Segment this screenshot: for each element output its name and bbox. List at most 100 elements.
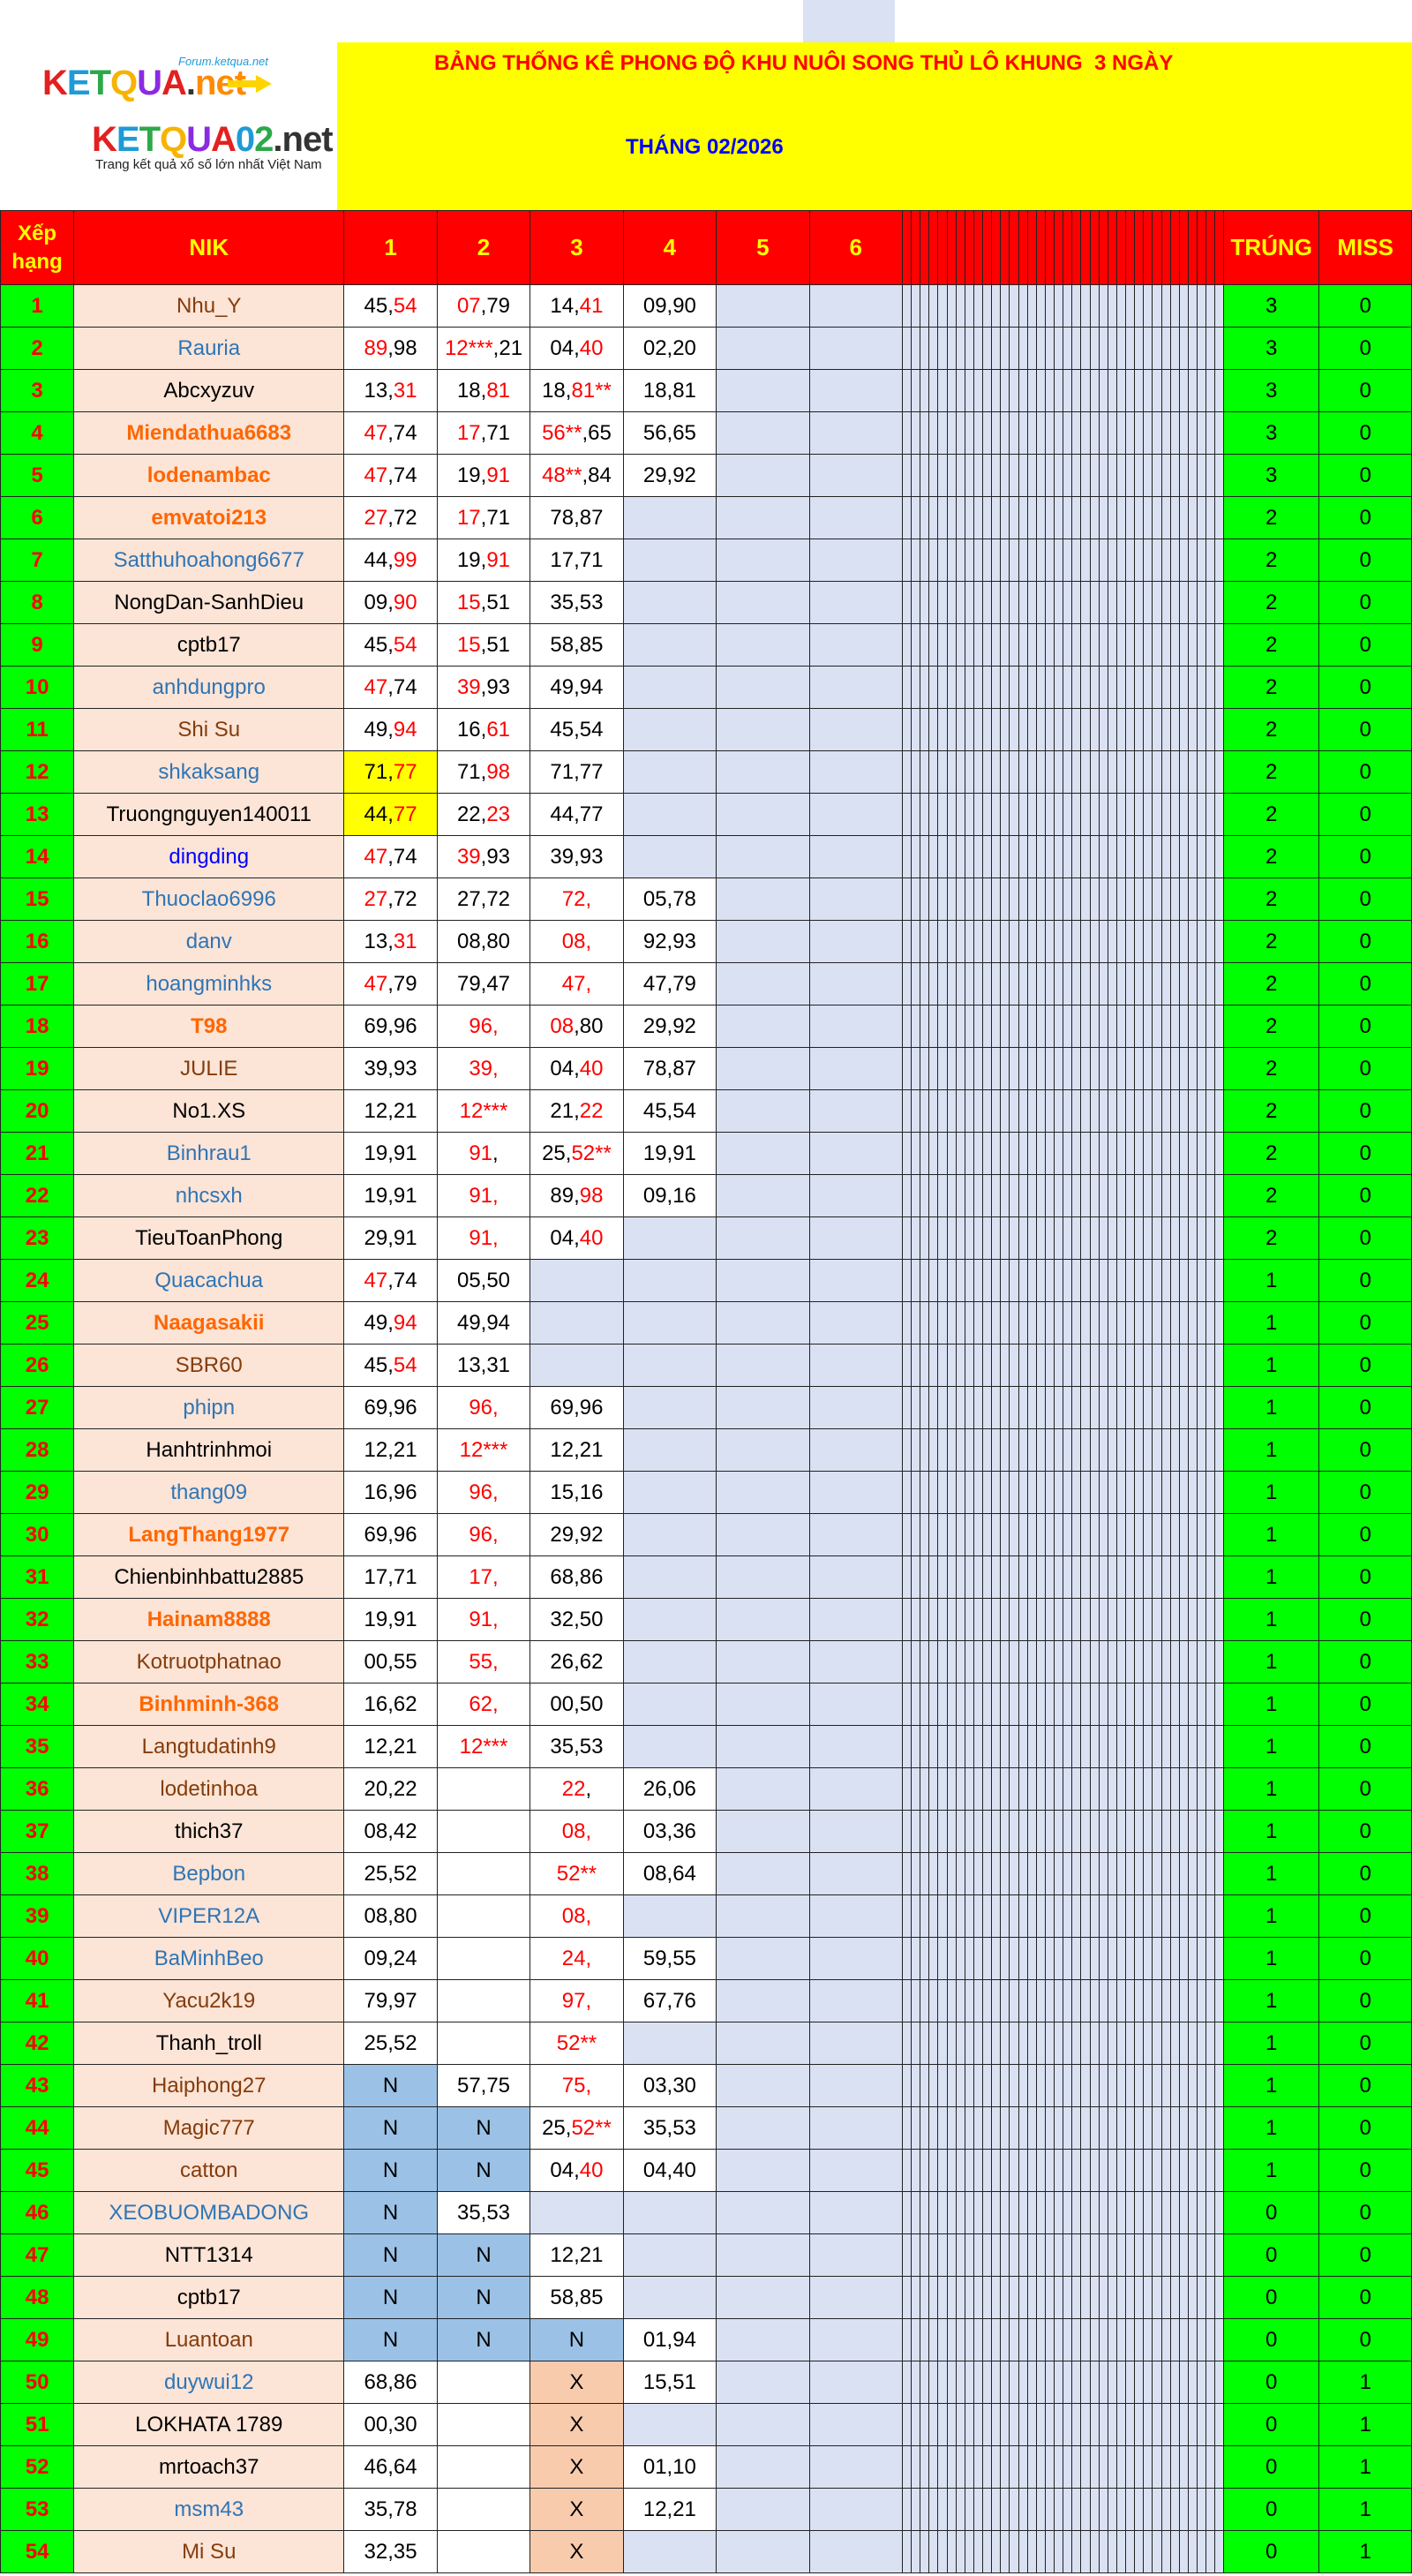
day-2-cell[interactable]: 17,71 (436, 496, 531, 539)
day-6-cell[interactable] (808, 2276, 903, 2319)
day-1-cell[interactable]: 47,74 (343, 835, 438, 878)
day-2-cell[interactable]: 13,31 (436, 1344, 531, 1387)
day-6-cell[interactable] (808, 1937, 903, 1980)
day-1-cell[interactable]: 12,21 (343, 1089, 438, 1133)
nik-cell[interactable]: mrtoach37 (73, 2445, 345, 2489)
nik-cell[interactable]: phipn (73, 1386, 345, 1429)
day-2-cell[interactable] (436, 2403, 531, 2446)
day-1-cell[interactable]: 20,22 (343, 1767, 438, 1811)
day-6-cell[interactable] (808, 411, 903, 455)
day-1-cell[interactable]: 12,21 (343, 1725, 438, 1768)
day-1-cell[interactable]: N (343, 2318, 438, 2361)
day-5-cell[interactable] (716, 1937, 810, 1980)
day-1-cell[interactable]: 44,77 (343, 793, 438, 836)
nik-cell[interactable]: catton (73, 2149, 345, 2192)
day-4-cell[interactable] (622, 1301, 717, 1344)
day-6-cell[interactable] (808, 2233, 903, 2277)
day-6-cell[interactable] (808, 2403, 903, 2446)
day-4-cell[interactable] (622, 2403, 717, 2446)
nik-cell[interactable]: VIPER12A (73, 1894, 345, 1938)
day-3-cell[interactable]: 22, (530, 1767, 624, 1811)
day-3-cell[interactable]: 26,62 (530, 1640, 624, 1683)
nik-cell[interactable]: Langtudatinh9 (73, 1725, 345, 1768)
day-1-cell[interactable]: N (343, 2276, 438, 2319)
day-2-cell[interactable] (436, 1852, 531, 1895)
day-3-cell[interactable]: 04,40 (530, 327, 624, 370)
day-1-cell[interactable]: 47,74 (343, 666, 438, 709)
day-2-cell[interactable]: 79,47 (436, 962, 531, 1006)
day-6-cell[interactable] (808, 793, 903, 836)
day-1-cell[interactable]: 44,99 (343, 539, 438, 582)
nik-cell[interactable]: Shi Su (73, 708, 345, 751)
day-5-cell[interactable] (716, 835, 810, 878)
day-3-cell[interactable]: 44,77 (530, 793, 624, 836)
day-2-cell[interactable]: 17,71 (436, 411, 531, 455)
day-4-cell[interactable] (622, 1894, 717, 1938)
day-6-cell[interactable] (808, 581, 903, 624)
day-1-cell[interactable]: 49,94 (343, 1301, 438, 1344)
day-4-cell[interactable]: 08,64 (622, 1852, 717, 1895)
day-3-cell[interactable]: 56**,65 (530, 411, 624, 455)
day-3-cell[interactable]: 21,22 (530, 1089, 624, 1133)
day-6-cell[interactable] (808, 1683, 903, 1726)
day-4-cell[interactable] (622, 1725, 717, 1768)
day-5-cell[interactable] (716, 750, 810, 794)
day-4-cell[interactable] (622, 666, 717, 709)
day-1-cell[interactable]: 69,96 (343, 1513, 438, 1556)
day-3-cell[interactable]: 12,21 (530, 1428, 624, 1472)
day-5-cell[interactable] (716, 1725, 810, 1768)
day-5-cell[interactable] (716, 1344, 810, 1387)
day-5-cell[interactable] (716, 2445, 810, 2489)
day-4-cell[interactable]: 09,90 (622, 284, 717, 328)
day-5-cell[interactable] (716, 1471, 810, 1514)
nik-cell[interactable]: thang09 (73, 1471, 345, 1514)
day-1-cell[interactable]: 08,42 (343, 1810, 438, 1853)
day-4-cell[interactable] (622, 1598, 717, 1641)
day-3-cell[interactable]: 12,21 (530, 2233, 624, 2277)
day-4-cell[interactable]: 19,91 (622, 1132, 717, 1175)
day-5-cell[interactable] (716, 1810, 810, 1853)
nik-cell[interactable]: Satthuhoahong6677 (73, 539, 345, 582)
day-4-cell[interactable] (622, 1555, 717, 1599)
nik-cell[interactable]: JULIE (73, 1047, 345, 1090)
day-3-cell[interactable]: 17,71 (530, 539, 624, 582)
day-5-cell[interactable] (716, 1216, 810, 1260)
day-3-cell[interactable] (530, 2191, 624, 2234)
day-1-cell[interactable]: 45,54 (343, 284, 438, 328)
day-6-cell[interactable] (808, 2149, 903, 2192)
day-5-cell[interactable] (716, 2233, 810, 2277)
day-5-cell[interactable] (716, 496, 810, 539)
day-1-cell[interactable]: 27,72 (343, 496, 438, 539)
day-4-cell[interactable]: 03,36 (622, 1810, 717, 1853)
day-2-cell[interactable]: 08,80 (436, 920, 531, 963)
day-1-cell[interactable]: 00,30 (343, 2403, 438, 2446)
day-3-cell[interactable] (530, 1344, 624, 1387)
day-3-cell[interactable] (530, 1301, 624, 1344)
day-6-cell[interactable] (808, 496, 903, 539)
nik-cell[interactable]: Bepbon (73, 1852, 345, 1895)
day-5-cell[interactable] (716, 581, 810, 624)
day-3-cell[interactable]: 78,87 (530, 496, 624, 539)
day-5-cell[interactable] (716, 962, 810, 1006)
day-2-cell[interactable]: 16,61 (436, 708, 531, 751)
day-6-cell[interactable] (808, 284, 903, 328)
day-2-cell[interactable]: 19,91 (436, 454, 531, 497)
day-3-cell[interactable]: 04,40 (530, 1216, 624, 1260)
day-4-cell[interactable] (622, 539, 717, 582)
day-4-cell[interactable] (622, 1683, 717, 1726)
day-1-cell[interactable]: 00,55 (343, 1640, 438, 1683)
day-2-cell[interactable] (436, 1979, 531, 2022)
day-1-cell[interactable]: N (343, 2106, 438, 2150)
day-6-cell[interactable] (808, 1259, 903, 1302)
nik-cell[interactable]: LOKHATA 1789 (73, 2403, 345, 2446)
day-5-cell[interactable] (716, 920, 810, 963)
day-6-cell[interactable] (808, 1513, 903, 1556)
day-3-cell[interactable]: 08, (530, 1894, 624, 1938)
day-3-cell[interactable]: 75, (530, 2064, 624, 2107)
day-6-cell[interactable] (808, 369, 903, 412)
day-6-cell[interactable] (808, 2106, 903, 2150)
day-3-cell[interactable]: 45,54 (530, 708, 624, 751)
day-6-cell[interactable] (808, 1555, 903, 1599)
day-3-cell[interactable]: 29,92 (530, 1513, 624, 1556)
day-1-cell[interactable]: 09,90 (343, 581, 438, 624)
